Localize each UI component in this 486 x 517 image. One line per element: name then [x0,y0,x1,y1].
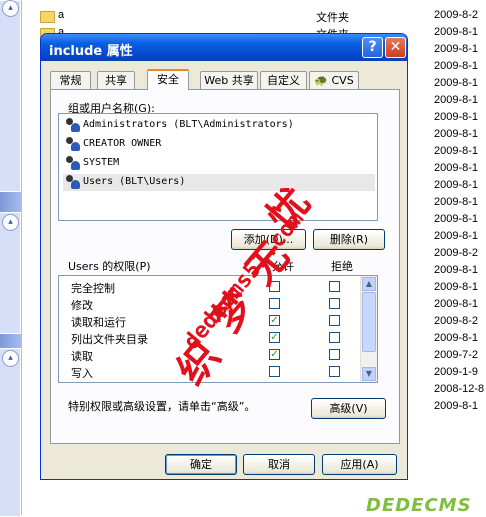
advanced-hint-text: 特别权限或高级设置，请单击“高级”。 [68,400,256,413]
apply-button[interactable]: 应用(A) [322,454,397,475]
file-date: 2009-8-2 [434,247,479,259]
file-date: 2009-8-1 [434,162,479,174]
folder-icon [40,11,55,23]
close-button[interactable]: ✕ [385,37,406,58]
task-pane-section [0,348,21,517]
deny-checkbox[interactable] [329,281,340,292]
tab-general[interactable]: 常规 [50,71,91,89]
file-date: 2009-8-1 [434,60,479,72]
tab-sharing[interactable]: 共享 [97,71,135,89]
permission-name: 修改 [71,299,93,312]
user-item[interactable]: Administrators (BLT\Administrators) [63,117,375,134]
file-date: 2009-8-1 [434,77,479,89]
allow-checkbox[interactable]: ✓ [269,349,280,360]
file-date: 2009-8-1 [434,26,479,38]
permissions-scrollbar[interactable]: ▲ ▼ [360,276,377,382]
collapse-chevron-icon[interactable]: ▴ [2,350,19,367]
file-date: 2009-8-1 [434,43,479,55]
file-date: 2009-8-1 [434,196,479,208]
file-date: 2009-8-1 [434,179,479,191]
file-type: 文件夹 [316,11,349,24]
file-date: 2009-7-2 [434,349,479,361]
user-item-label: CREATOR OWNER [83,138,162,149]
tab-web-sharing[interactable]: Web 共享 [200,71,258,89]
allow-checkbox[interactable]: ✓ [269,315,280,326]
allow-checkbox[interactable]: ✓ [269,332,280,343]
file-date: 2009-8-1 [434,213,479,225]
cvs-turtle-icon: 🐢 [314,74,328,87]
scroll-up-arrow-icon[interactable]: ▲ [362,277,376,291]
deny-checkbox[interactable] [329,349,340,360]
user-item-label: Users (BLT\Users) [83,176,186,187]
tab-cvs-label: CVS [331,74,354,87]
file-date: 2009-8-1 [434,264,479,276]
deny-column-header: 拒绝 [331,260,353,273]
ok-button[interactable]: 确定 [165,454,237,475]
deny-checkbox[interactable] [329,315,340,326]
file-date: 2009-8-1 [434,332,479,344]
users-list[interactable]: Administrators (BLT\Administrators) CREA… [58,113,378,221]
advanced-button[interactable]: 高级(V) [311,398,386,419]
task-pane-section [0,0,21,192]
tab-cvs[interactable]: 🐢 CVS [309,71,359,89]
file-name: a [58,9,65,21]
file-date: 2009-8-1 [434,230,479,242]
file-date: 2009-8-1 [434,400,479,412]
user-group-icon [65,156,81,171]
collapse-chevron-icon[interactable]: ▴ [2,0,19,17]
help-button[interactable]: ? [362,37,383,58]
tab-security[interactable]: 安全 [147,69,189,90]
user-item[interactable]: SYSTEM [63,155,375,172]
user-item-label: Administrators (BLT\Administrators) [83,119,294,130]
file-date: 2009-8-1 [434,298,479,310]
deny-checkbox[interactable] [329,298,340,309]
file-date: 2009-8-1 [434,111,479,123]
scroll-down-arrow-icon[interactable]: ▼ [362,367,376,381]
deny-checkbox[interactable] [329,332,340,343]
tab-custom[interactable]: 自定义 [260,71,307,89]
permissions-label: Users 的权限(P) [68,260,151,273]
permission-name: 读取 [71,350,93,363]
dialog-title: include 属性 [49,44,133,59]
cancel-button[interactable]: 取消 [243,454,315,475]
user-item-label: SYSTEM [83,157,120,168]
file-date: 2009-8-1 [434,128,479,140]
permission-name: 特别的权限 [71,382,126,383]
file-date: 2009-8-1 [434,94,479,106]
allow-checkbox[interactable] [269,298,280,309]
user-group-icon [65,175,81,190]
permission-name: 完全控制 [71,282,115,295]
permission-name: 读取和运行 [71,316,126,329]
file-date: 2008-12-8 [434,383,485,395]
explorer-task-pane: ▴ ▴ ▴ [0,0,22,517]
allow-checkbox[interactable] [269,366,280,377]
collapse-chevron-icon[interactable]: ▴ [2,214,19,231]
file-date: 2009-8-1 [434,281,479,293]
user-item[interactable]: CREATOR OWNER [63,136,375,153]
user-group-icon [65,118,81,133]
permission-name: 写入 [71,367,93,380]
dedecms-logo: DEDECMS [366,495,472,516]
remove-button[interactable]: 删除(R) [313,229,385,250]
permission-name: 列出文件夹目录 [71,333,148,346]
file-date: 2009-8-2 [434,315,479,327]
file-date: 2009-8-2 [434,9,479,21]
user-item-selected[interactable]: Users (BLT\Users) [63,174,375,191]
deny-checkbox[interactable] [329,366,340,377]
user-group-icon [65,137,81,152]
file-date: 2009-8-1 [434,145,479,157]
dialog-titlebar[interactable]: include 属性 ? ✕ [41,34,407,61]
file-row[interactable]: a 文件夹 2009-8-2 [22,7,486,24]
file-date: 2009-1-9 [434,366,479,378]
scroll-thumb[interactable] [362,292,376,352]
properties-dialog: include 属性 ? ✕ 常规 共享 安全 Web 共享 自定义 🐢 CVS… [40,33,408,480]
